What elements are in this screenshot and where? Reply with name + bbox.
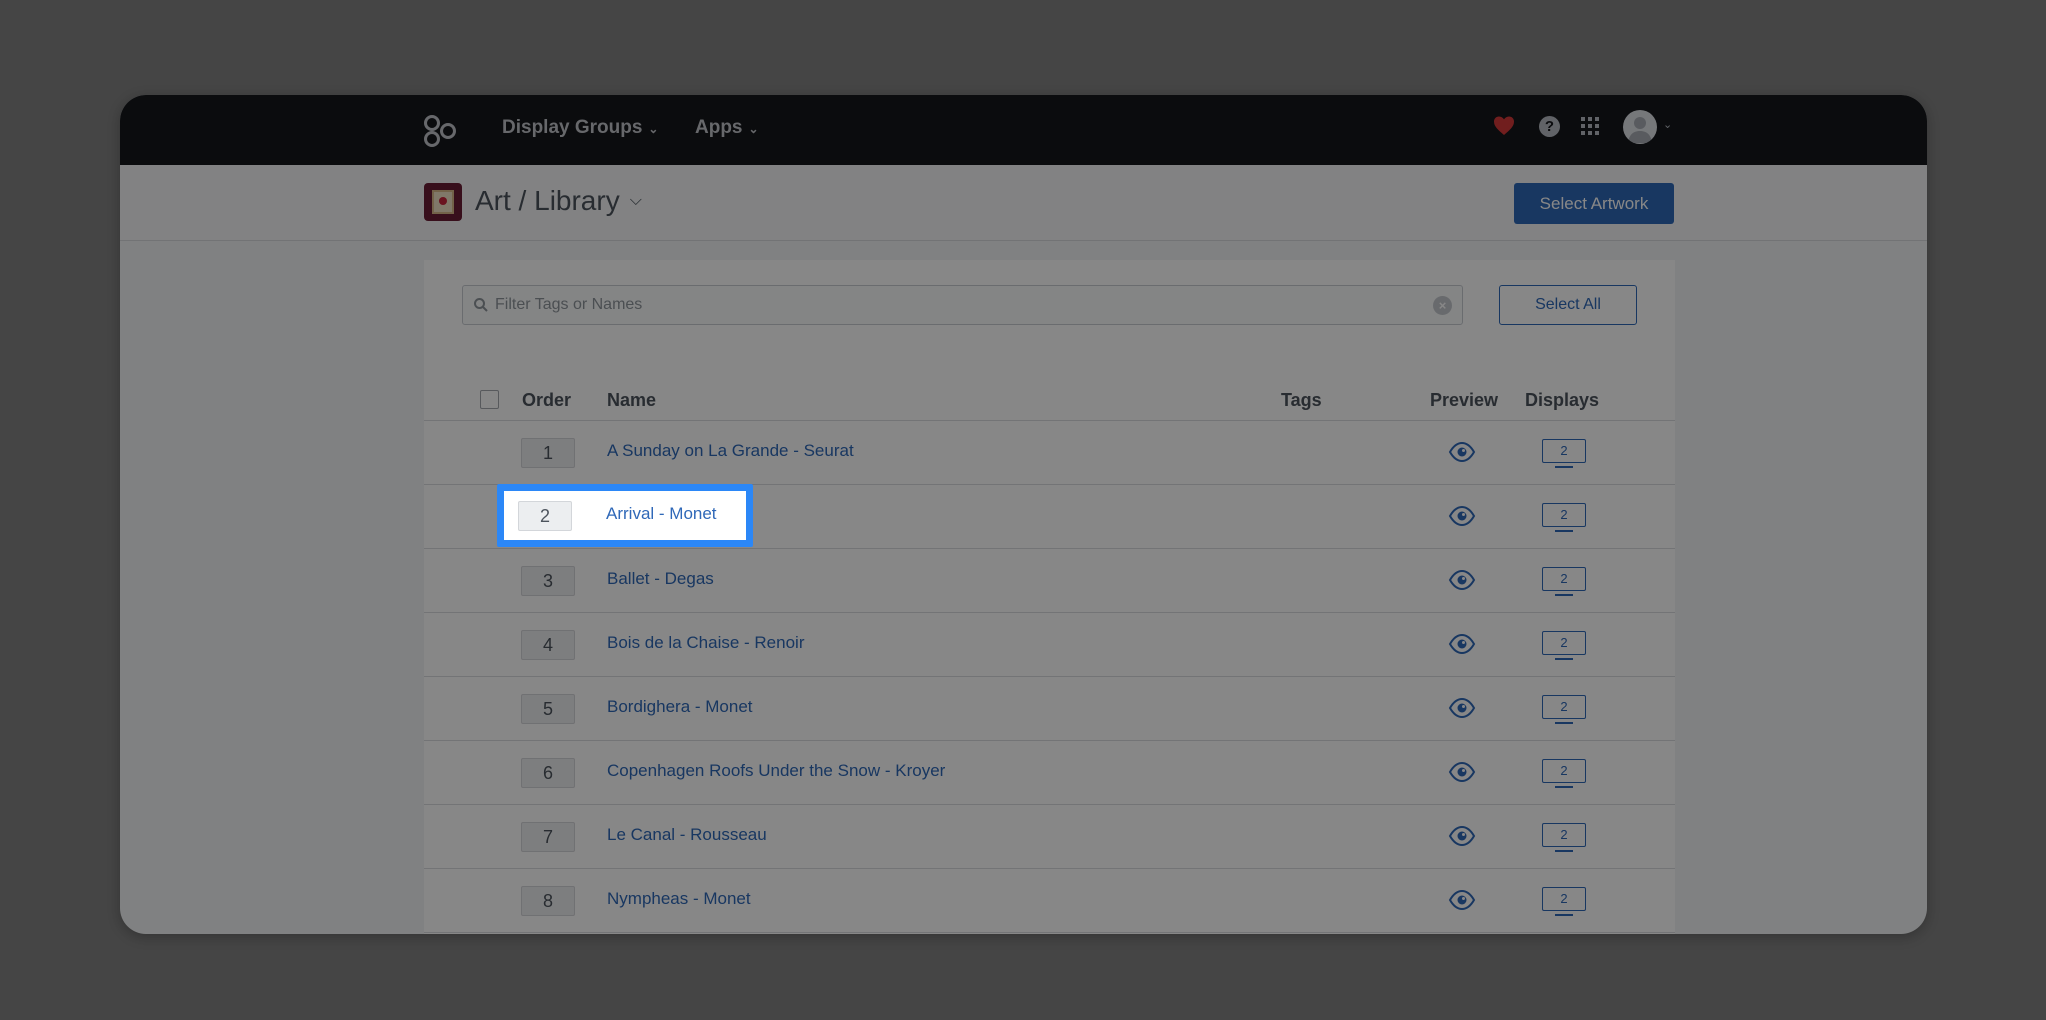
nav-display-groups[interactable]: Display Groups ⌄ [502, 117, 658, 139]
artwork-name-link[interactable]: Nympheas - Monet [607, 889, 751, 909]
column-tags: Tags [1281, 390, 1322, 410]
eye-icon[interactable] [1448, 697, 1476, 719]
artwork-name-link[interactable]: A Sunday on La Grande - Seurat [607, 441, 854, 461]
eye-icon[interactable] [1448, 633, 1476, 655]
display-count: 2 [1542, 503, 1586, 527]
order-input[interactable]: 3 [521, 566, 575, 596]
select-artwork-button[interactable]: Select Artwork [1514, 183, 1674, 224]
artwork-name-link[interactable]: Bois de la Chaise - Renoir [607, 633, 804, 653]
monitor-stand-icon [1555, 722, 1573, 724]
heart-icon[interactable] [1492, 114, 1516, 138]
monitor-stand-icon [1555, 466, 1573, 468]
table-row: 5 Bordighera - Monet 2 [424, 677, 1675, 741]
monitor-stand-icon [1555, 594, 1573, 596]
table-row: 7 Le Canal - Rousseau 2 [424, 805, 1675, 869]
display-count: 2 [1542, 759, 1586, 783]
column-name[interactable]: Name [607, 390, 656, 411]
monitor-stand-icon [1555, 786, 1573, 788]
displays-count-button[interactable]: 2 [1542, 503, 1586, 533]
eye-icon[interactable] [1448, 889, 1476, 911]
order-input[interactable]: 6 [521, 758, 575, 788]
display-count: 2 [1542, 695, 1586, 719]
logo-icon[interactable] [423, 114, 457, 148]
page-title[interactable]: Art / Library ⌵ [475, 185, 642, 217]
displays-count-button[interactable]: 2 [1542, 887, 1586, 917]
page-title-label: Art / Library [475, 185, 620, 216]
table-row: 4 Bois de la Chaise - Renoir 2 [424, 613, 1675, 677]
chevron-down-icon: ⌄ [748, 122, 759, 136]
monitor-stand-icon [1555, 850, 1573, 852]
order-input[interactable]: 1 [521, 438, 575, 468]
eye-icon[interactable] [1448, 761, 1476, 783]
chevron-down-icon: ⌄ [648, 122, 659, 136]
eye-icon[interactable] [1448, 505, 1476, 527]
user-icon [1628, 117, 1652, 143]
display-count: 2 [1542, 567, 1586, 591]
apps-grid-icon[interactable] [1581, 117, 1599, 135]
top-navigation-bar: Display Groups ⌄ Apps ⌄ ? ⌄ [120, 95, 1927, 165]
table-row: 8 Nympheas - Monet 2 [424, 869, 1675, 933]
nav-apps[interactable]: Apps ⌄ [695, 117, 759, 139]
artwork-name-link[interactable]: Arrival - Monet [606, 504, 717, 524]
order-input[interactable]: 8 [521, 886, 575, 916]
select-all-button[interactable]: Select All [1499, 285, 1637, 325]
displays-count-button[interactable]: 2 [1542, 439, 1586, 469]
displays-count-button[interactable]: 2 [1542, 631, 1586, 661]
chevron-down-icon: ⌵ [629, 192, 642, 209]
display-count: 2 [1542, 887, 1586, 911]
display-count: 2 [1542, 823, 1586, 847]
artwork-library-panel: × Select All Order Name Tags Preview Dis… [424, 260, 1675, 934]
order-input[interactable]: 7 [521, 822, 575, 852]
eye-icon[interactable] [1448, 569, 1476, 591]
column-preview: Preview [1430, 390, 1499, 410]
artwork-name-link[interactable]: Le Canal - Rousseau [607, 825, 767, 845]
monitor-stand-icon [1555, 914, 1573, 916]
displays-count-button[interactable]: 2 [1542, 567, 1586, 597]
highlighted-row-callout: 2 Arrival - Monet [497, 484, 753, 547]
display-count: 2 [1542, 631, 1586, 655]
table-row: 1 A Sunday on La Grande - Seurat 2 [424, 421, 1675, 485]
eye-icon[interactable] [1448, 441, 1476, 463]
app-window: Display Groups ⌄ Apps ⌄ ? ⌄ Art / Librar… [120, 95, 1927, 934]
display-count: 2 [1542, 439, 1586, 463]
table-header: Order Name Tags Preview Displays [424, 380, 1675, 421]
clear-icon[interactable]: × [1433, 296, 1452, 315]
avatar[interactable] [1623, 110, 1657, 144]
artwork-name-link[interactable]: Bordighera - Monet [607, 697, 753, 717]
displays-count-button[interactable]: 2 [1542, 759, 1586, 789]
eye-icon[interactable] [1448, 825, 1476, 847]
artwork-name-link[interactable]: Copenhagen Roofs Under the Snow - Kroyer [607, 761, 945, 781]
displays-count-button[interactable]: 2 [1542, 823, 1586, 853]
search-icon [474, 298, 488, 312]
nav-apps-label: Apps [695, 117, 743, 138]
filter-input[interactable] [495, 286, 1435, 324]
order-input[interactable]: 2 [518, 501, 572, 531]
monitor-stand-icon [1555, 658, 1573, 660]
chevron-down-icon[interactable]: ⌄ [1663, 118, 1672, 131]
filter-search-field: × [462, 285, 1463, 325]
column-order[interactable]: Order [522, 390, 571, 411]
order-input[interactable]: 5 [521, 694, 575, 724]
table-row: 3 Ballet - Degas 2 [424, 549, 1675, 613]
column-displays: Displays [1525, 390, 1600, 410]
nav-display-groups-label: Display Groups [502, 117, 643, 138]
artwork-name-link[interactable]: Ballet - Degas [607, 569, 714, 589]
displays-count-button[interactable]: 2 [1542, 695, 1586, 725]
order-input[interactable]: 4 [521, 630, 575, 660]
monitor-stand-icon [1555, 530, 1573, 532]
art-app-icon [424, 183, 462, 221]
help-icon[interactable]: ? [1539, 116, 1560, 137]
select-all-checkbox[interactable] [480, 390, 499, 409]
table-row: 6 Copenhagen Roofs Under the Snow - Kroye… [424, 741, 1675, 805]
